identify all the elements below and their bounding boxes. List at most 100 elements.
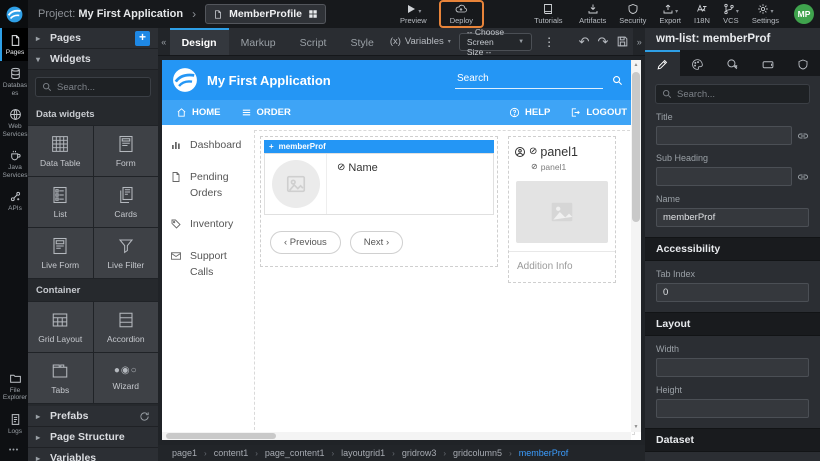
canvas-horizontal-scrollbar[interactable]	[162, 432, 631, 440]
tab-script[interactable]: Script	[288, 28, 339, 55]
list-name-label[interactable]: ⊘ Name	[327, 154, 388, 214]
tutorials-button[interactable]: Tutorials	[534, 3, 562, 25]
collapse-left-panel-button[interactable]: «	[158, 28, 170, 55]
vcs-button[interactable]: ▾ VCS	[723, 3, 739, 25]
prefabs-section-header[interactable]: ▸ Prefabs	[28, 406, 158, 427]
panel1-widget[interactable]: ⊘ panel1 ⊘ panel1 Addition Info	[508, 136, 616, 283]
more-icon[interactable]: •••	[0, 440, 28, 461]
sidebar-item-file-explorer[interactable]: File Explorer	[0, 366, 28, 407]
export-button[interactable]: ▾ Export	[659, 3, 681, 25]
variables-dropdown[interactable]: (x) Variables ▾	[390, 36, 451, 47]
widget-tile-grid-layout[interactable]: Grid Layout	[28, 302, 93, 352]
pages-section-header[interactable]: ▸ Pages +	[28, 28, 158, 49]
widget-tile-tabs[interactable]: Tabs	[28, 353, 93, 403]
move-handle-icon[interactable]: +	[269, 142, 274, 151]
scrollbar-thumb[interactable]	[166, 433, 276, 439]
side-nav-support-calls[interactable]: Support Calls	[170, 249, 246, 281]
canvas-app-title[interactable]: My First Application	[207, 73, 331, 88]
deploy-button[interactable]: Deploy	[450, 3, 473, 25]
breadcrumb-item[interactable]: gridcolumn5	[453, 448, 502, 458]
scroll-up-icon[interactable]: ▲	[631, 62, 641, 68]
list-item-template[interactable]: ⊘ Name	[264, 153, 494, 215]
nav-item-help[interactable]: HELP	[509, 107, 550, 118]
sidebar-item-apis[interactable]: APIs	[0, 184, 28, 217]
sidebar-item-pages[interactable]: Pages	[0, 28, 28, 61]
dashboard-grid-icon[interactable]	[308, 9, 318, 19]
side-nav-dashboard[interactable]: Dashboard	[170, 138, 246, 154]
i18n-button[interactable]: I18N	[694, 3, 710, 25]
widget-tile-wizard[interactable]: ●◉○ Wizard	[94, 353, 159, 403]
breadcrumb-item[interactable]: page1	[172, 448, 197, 458]
memberprof-list-widget[interactable]: + memberProf ⊘ Name	[260, 136, 498, 267]
widget-tile-live-filter[interactable]: Live Filter	[94, 228, 159, 278]
breadcrumb-item-active[interactable]: memberProf	[519, 448, 569, 458]
preview-button[interactable]: ▾ Preview	[400, 3, 427, 25]
panel-title-row[interactable]: ⊘ panel1	[514, 145, 610, 159]
widget-search-input[interactable]: Search...	[35, 77, 151, 97]
widget-tile-cards[interactable]: Cards	[94, 177, 159, 227]
widget-tile-form[interactable]: Form	[94, 126, 159, 176]
redo-button[interactable]: ↷	[598, 35, 609, 48]
save-button[interactable]	[616, 35, 629, 48]
bind-link-icon[interactable]	[797, 171, 809, 183]
canvas-grid-column[interactable]: + memberProf ⊘ Name	[254, 130, 635, 435]
nav-item-logout[interactable]: LOGOUT	[570, 107, 627, 118]
properties-search-input[interactable]: Search...	[655, 84, 810, 104]
side-nav-pending-orders[interactable]: Pending Orders	[170, 170, 246, 202]
name-input[interactable]	[656, 208, 809, 227]
breadcrumb-item[interactable]: page_content1	[265, 448, 325, 458]
scrollbar-thumb[interactable]	[632, 72, 640, 222]
security-button[interactable]: Security	[619, 3, 646, 25]
design-canvas[interactable]: My First Application Search HOME ORDER H…	[162, 60, 641, 440]
next-page-button[interactable]: Next ›	[350, 231, 403, 254]
scroll-down-icon[interactable]: ▼	[631, 424, 641, 430]
breadcrumb-item[interactable]: layoutgrid1	[341, 448, 385, 458]
page-tab-memberprofile[interactable]: MemberProfile	[205, 4, 326, 24]
tab-design[interactable]: Design	[170, 28, 229, 55]
panel-image-placeholder[interactable]	[516, 181, 608, 243]
height-input[interactable]	[656, 399, 809, 418]
previous-page-button[interactable]: ‹ Previous	[270, 231, 341, 254]
chevron-down-icon[interactable]: ▾	[675, 8, 678, 15]
side-nav-inventory[interactable]: Inventory	[170, 217, 246, 233]
selected-widget-tag[interactable]: + memberProf	[264, 140, 494, 153]
user-avatar[interactable]: MP	[794, 4, 814, 24]
wavemaker-logo[interactable]	[0, 0, 28, 28]
canvas-search-input[interactable]: Search	[455, 71, 603, 89]
tab-devices[interactable]	[750, 50, 785, 76]
more-menu-icon[interactable]: ⋮	[540, 35, 558, 49]
canvas-app-header[interactable]: My First Application Search	[162, 60, 641, 100]
sidebar-item-web-services[interactable]: Web Services	[0, 102, 28, 143]
image-placeholder-icon[interactable]	[272, 160, 320, 208]
canvas-vertical-scrollbar[interactable]: ▲ ▼	[631, 60, 641, 432]
sub-heading-input[interactable]	[656, 167, 792, 186]
panel-subtitle-row[interactable]: ⊘ panel1	[531, 162, 610, 172]
title-input[interactable]	[656, 126, 792, 145]
settings-button[interactable]: ▾ Settings	[752, 3, 779, 25]
collapse-right-panel-button[interactable]: »	[633, 28, 645, 55]
nav-item-order[interactable]: ORDER	[241, 107, 291, 118]
tab-styles[interactable]	[680, 50, 715, 76]
tab-markup[interactable]: Markup	[229, 28, 288, 55]
breadcrumb-item[interactable]: content1	[214, 448, 249, 458]
widget-tile-live-form[interactable]: Live Form	[28, 228, 93, 278]
sidebar-item-java-services[interactable]: Java Services	[0, 143, 28, 184]
search-icon[interactable]	[612, 75, 623, 86]
widget-tile-list[interactable]: List	[28, 177, 93, 227]
breadcrumb-item[interactable]: gridrow3	[402, 448, 437, 458]
chevron-down-icon[interactable]: ▾	[418, 8, 421, 15]
widget-tile-accordion[interactable]: Accordion	[94, 302, 159, 352]
screen-size-select[interactable]: -- Choose Screen Size -- ▼	[459, 33, 532, 51]
tab-style[interactable]: Style	[338, 28, 385, 55]
sidebar-item-databases[interactable]: Databases	[0, 61, 28, 102]
widget-tile-data-table[interactable]: Data Table	[28, 126, 93, 176]
add-page-button[interactable]: +	[135, 31, 150, 46]
variables-section-header[interactable]: ▸ Variables	[28, 448, 158, 461]
page-structure-section-header[interactable]: ▸ Page Structure	[28, 427, 158, 448]
sidebar-item-logs[interactable]: Logs	[0, 407, 28, 440]
refresh-icon[interactable]	[139, 411, 150, 422]
artifacts-button[interactable]: Artifacts	[579, 3, 606, 25]
undo-button[interactable]: ↶	[579, 35, 590, 48]
width-input[interactable]	[656, 358, 809, 377]
tab-security[interactable]	[785, 50, 820, 76]
